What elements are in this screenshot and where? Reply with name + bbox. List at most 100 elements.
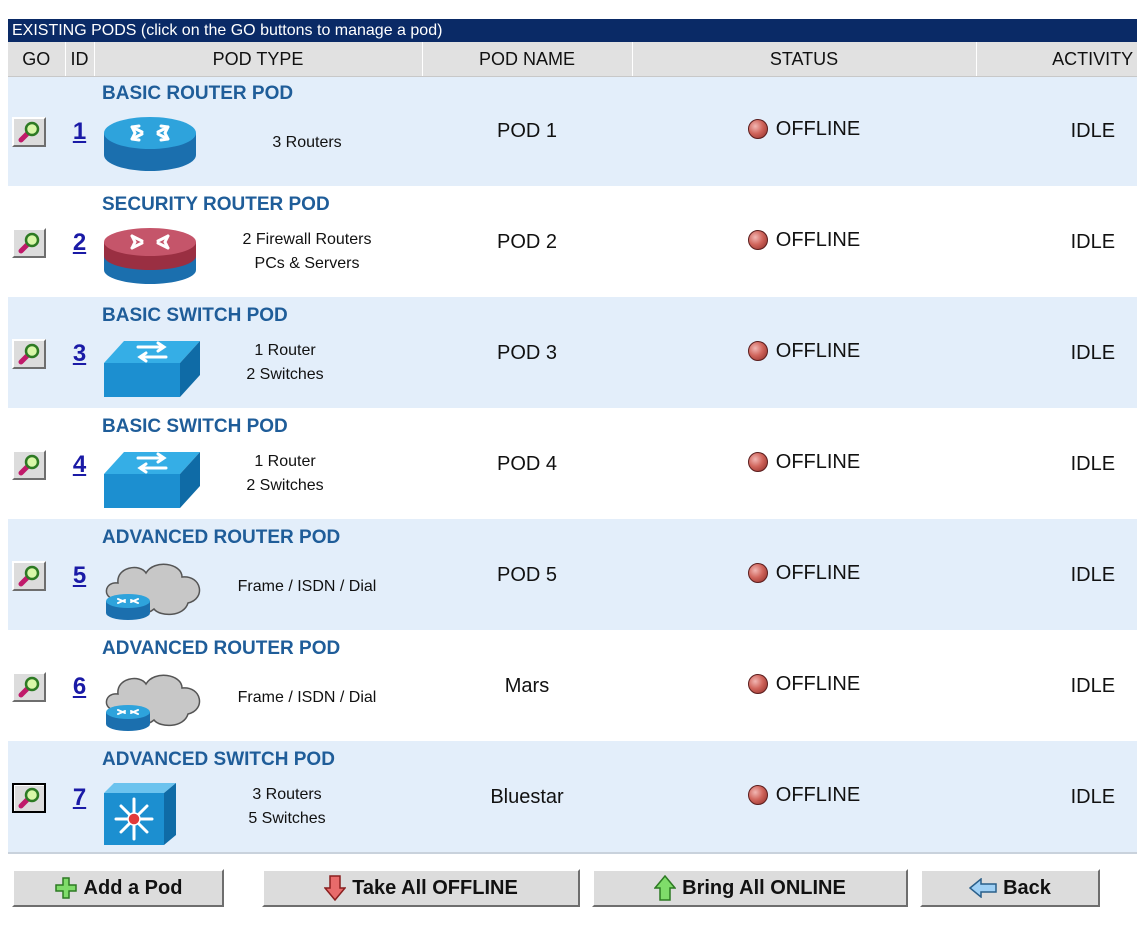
- id-cell: 6: [65, 631, 94, 743]
- status-cell: OFFLINE: [632, 298, 976, 410]
- pod-type-desc: 1 Router 2 Switches: [190, 339, 380, 387]
- status-cell: OFFLINE: [632, 76, 976, 188]
- go-button[interactable]: [12, 116, 46, 147]
- pod-type-desc: 1 Router 2 Switches: [190, 450, 380, 498]
- col-header-activity: ACTIVITY: [976, 42, 1138, 77]
- status-led-icon: [747, 230, 768, 251]
- status-led-icon: [747, 785, 768, 806]
- activity-text: IDLE: [976, 742, 1138, 854]
- pod-type-cell: ADVANCED SWITCH POD 3 Routers 5 Switches: [94, 742, 422, 854]
- go-cell: [8, 187, 65, 299]
- pod-id-link[interactable]: 7: [65, 784, 94, 812]
- id-cell: 3: [65, 298, 94, 410]
- status-text: OFFLINE: [775, 228, 861, 251]
- status-text: OFFLINE: [775, 450, 861, 473]
- pod-type-desc: Frame / ISDN / Dial: [212, 575, 402, 599]
- pod-row: 5 ADVANCED ROUTER POD Frame / ISDN / Dia…: [8, 520, 1138, 632]
- router-icon: [102, 115, 198, 180]
- id-cell: 2: [65, 187, 94, 299]
- pod-id-link[interactable]: 5: [65, 562, 94, 590]
- pod-row: 3 BASIC SWITCH POD 1 Router 2 Switches PO…: [8, 298, 1138, 410]
- pod-id-link[interactable]: 2: [65, 229, 94, 257]
- magnifier-icon: [18, 232, 40, 253]
- pod-row: 4 BASIC SWITCH POD 1 Router 2 Switches PO…: [8, 409, 1138, 521]
- activity-text: IDLE: [976, 298, 1138, 410]
- firewall-router-icon: [102, 226, 198, 291]
- pod-type-desc-line: PCs & Servers: [254, 255, 360, 272]
- pod-type-desc-line: Frame / ISDN / Dial: [237, 689, 377, 706]
- status-text: OFFLINE: [775, 117, 861, 140]
- status-cell: OFFLINE: [632, 409, 976, 521]
- pod-id-link[interactable]: 4: [65, 451, 94, 479]
- go-button[interactable]: [12, 671, 46, 702]
- col-header-go: GO: [8, 42, 66, 77]
- status-led-icon: [747, 452, 768, 473]
- cloud-router-icon: [102, 670, 206, 737]
- go-button[interactable]: [12, 227, 46, 258]
- pod-type-desc-line: 1 Router: [254, 453, 316, 470]
- back-button[interactable]: Back: [920, 869, 1100, 907]
- status-text: OFFLINE: [775, 561, 861, 584]
- add-pod-button[interactable]: Add a Pod: [12, 869, 224, 907]
- pod-id-link[interactable]: 6: [65, 673, 94, 701]
- pod-type-desc: Frame / ISDN / Dial: [212, 686, 402, 710]
- pod-type-title: ADVANCED SWITCH POD: [102, 749, 335, 770]
- magnifier-icon: [18, 121, 40, 142]
- pod-type-title: ADVANCED ROUTER POD: [102, 638, 341, 659]
- pod-type-cell: BASIC SWITCH POD 1 Router 2 Switches: [94, 298, 422, 410]
- pod-type-desc-line: 2 Switches: [246, 477, 324, 494]
- go-button[interactable]: [12, 782, 46, 813]
- go-button[interactable]: [12, 560, 46, 591]
- back-label: Back: [1003, 876, 1051, 899]
- plus-icon: [54, 877, 77, 899]
- pod-type-cell: BASIC SWITCH POD 1 Router 2 Switches: [94, 409, 422, 521]
- id-cell: 5: [65, 520, 94, 632]
- pod-name: POD 3: [422, 298, 632, 410]
- pod-type-cell: BASIC ROUTER POD 3 Routers: [94, 76, 422, 188]
- pod-type-title: BASIC ROUTER POD: [102, 83, 294, 104]
- arrow-down-icon: [324, 875, 347, 901]
- existing-pods-table: EXISTING PODS (click on the GO buttons t…: [8, 19, 1138, 854]
- add-pod-label: Add a Pod: [83, 876, 183, 899]
- activity-text: IDLE: [976, 520, 1138, 632]
- multilayer-switch-icon: [102, 781, 178, 852]
- go-cell: [8, 298, 65, 410]
- status-led-icon: [747, 563, 768, 584]
- col-header-status: STATUS: [632, 42, 977, 77]
- cloud-router-icon: [102, 559, 206, 626]
- switch-icon: [102, 448, 202, 515]
- go-button[interactable]: [12, 449, 46, 480]
- pod-type-desc: 2 Firewall Routers PCs & Servers: [212, 228, 402, 276]
- take-all-offline-button[interactable]: Take All OFFLINE: [262, 869, 580, 907]
- switch-icon: [102, 337, 202, 404]
- take-all-offline-label: Take All OFFLINE: [352, 876, 518, 899]
- status-text: OFFLINE: [775, 783, 861, 806]
- magnifier-icon: [18, 454, 40, 475]
- bring-all-online-button[interactable]: Bring All ONLINE: [592, 869, 908, 907]
- pod-name: POD 5: [422, 520, 632, 632]
- pod-type-cell: ADVANCED ROUTER POD Frame / ISDN / Dial: [94, 520, 422, 632]
- go-cell: [8, 742, 65, 854]
- status-led-icon: [747, 119, 768, 140]
- status-led-icon: [747, 674, 768, 695]
- pod-type-desc-line: 2 Switches: [246, 366, 324, 383]
- pod-type-desc: 3 Routers: [212, 131, 402, 155]
- table-header-row: GO ID POD TYPE POD NAME STATUS ACTIVITY: [8, 42, 1138, 77]
- pod-type-title: BASIC SWITCH POD: [102, 416, 288, 437]
- pod-type-desc-line: 3 Routers: [252, 786, 322, 803]
- pod-name: Mars: [422, 631, 632, 743]
- go-button[interactable]: [12, 338, 46, 369]
- status-text: OFFLINE: [775, 672, 861, 695]
- pod-id-link[interactable]: 3: [65, 340, 94, 368]
- go-cell: [8, 631, 65, 743]
- pod-name: Bluestar: [422, 742, 632, 854]
- pod-row: 7 ADVANCED SWITCH POD 3 Routers 5 Switche…: [8, 742, 1138, 854]
- pod-name: POD 2: [422, 187, 632, 299]
- id-cell: 7: [65, 742, 94, 854]
- go-cell: [8, 409, 65, 521]
- pod-name: POD 1: [422, 76, 632, 188]
- magnifier-icon: [18, 676, 40, 697]
- pod-list: 1 BASIC ROUTER POD 3 Routers POD 1 OFFLI…: [8, 76, 1138, 854]
- pod-id-link[interactable]: 1: [65, 118, 94, 146]
- pod-type-desc-line: 5 Switches: [248, 810, 326, 827]
